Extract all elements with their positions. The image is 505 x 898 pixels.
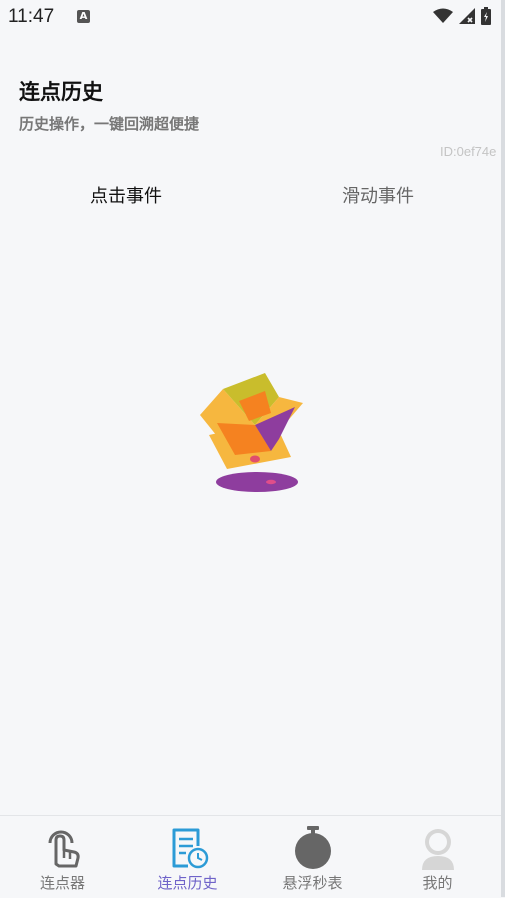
nav-label-auto-clicker: 连点器 xyxy=(39,874,85,892)
history-document-icon xyxy=(172,828,209,869)
battery-icon xyxy=(481,7,491,25)
stopwatch-icon xyxy=(295,826,331,869)
window-edge xyxy=(501,0,505,897)
tab-swipe-events[interactable]: 滑动事件 xyxy=(298,182,458,208)
device-id: ID:0ef74e xyxy=(440,144,497,159)
event-tabs: 点击事件 滑动事件 xyxy=(0,182,501,216)
empty-box-illustration xyxy=(195,365,305,499)
page-subtitle: 历史操作，一键回溯超便捷 xyxy=(19,115,200,133)
tab-click-events[interactable]: 点击事件 xyxy=(46,182,206,208)
status-time: 11:47 xyxy=(8,6,55,27)
status-icons xyxy=(433,7,491,25)
bottom-navigation: 连点器 连点历史 悬浮秒表 我的 xyxy=(0,815,501,898)
notification-letter-icon: A xyxy=(77,10,90,23)
tap-hand-icon xyxy=(48,830,80,868)
nav-item-auto-clicker[interactable]: 连点器 xyxy=(0,816,125,898)
page-title: 连点历史 xyxy=(19,80,103,104)
nav-label-click-history: 连点历史 xyxy=(157,874,218,892)
nav-label-floating-stopwatch: 悬浮秒表 xyxy=(282,874,343,892)
signal-icon xyxy=(459,8,475,24)
nav-item-click-history[interactable]: 连点历史 xyxy=(125,816,250,898)
nav-item-floating-stopwatch[interactable]: 悬浮秒表 xyxy=(250,816,375,898)
status-bar: 11:47 A xyxy=(0,0,501,34)
nav-item-profile[interactable]: 我的 xyxy=(375,816,500,898)
nav-label-profile: 我的 xyxy=(422,874,453,892)
wifi-icon xyxy=(433,8,453,23)
profile-avatar-icon xyxy=(422,829,454,870)
